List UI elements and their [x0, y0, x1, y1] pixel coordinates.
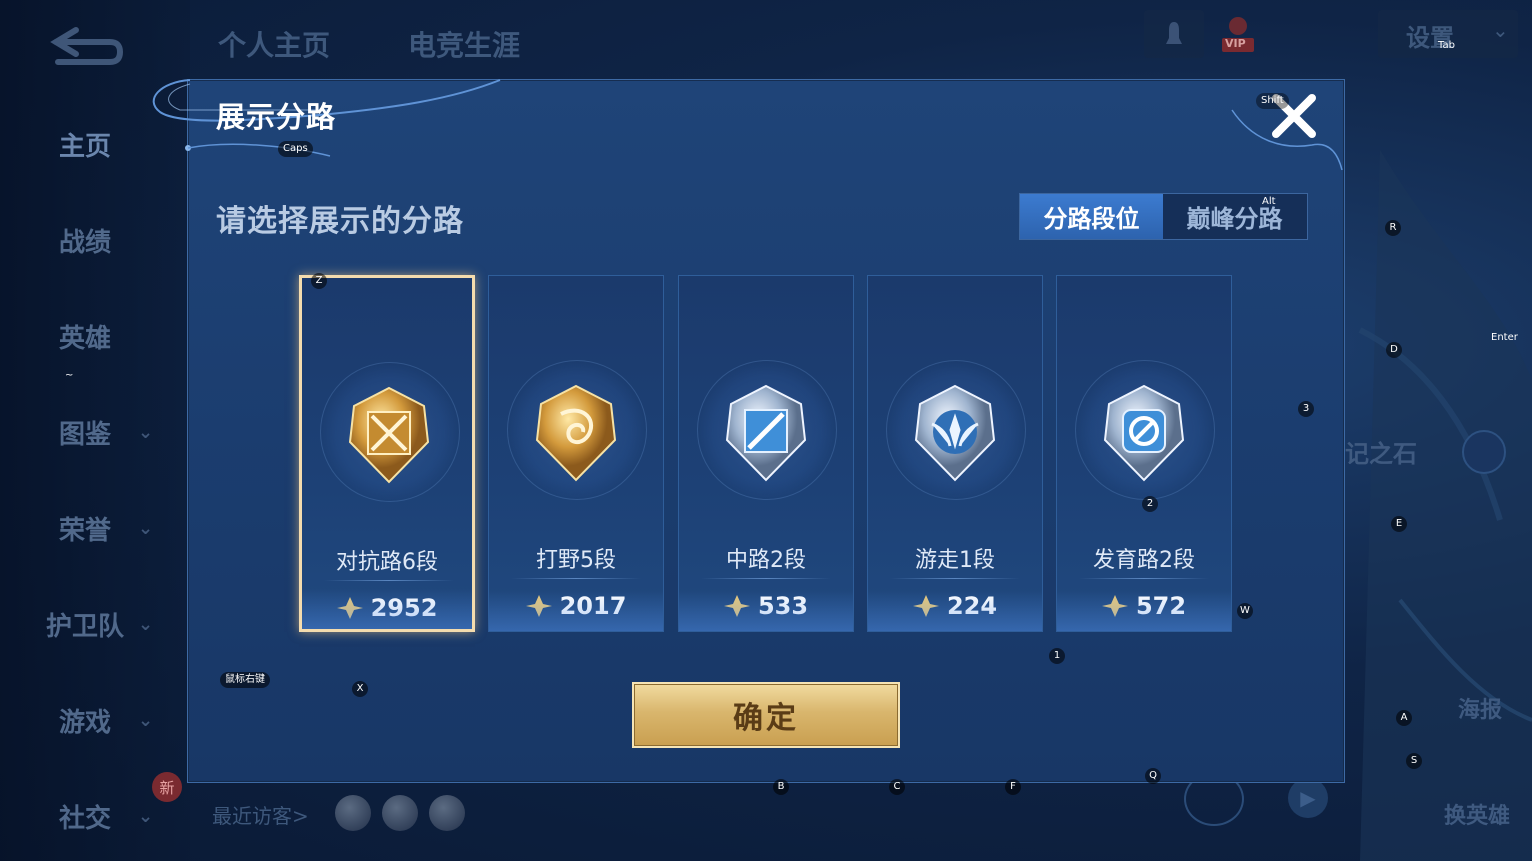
nav-item-honor[interactable]: 荣誉 ⌄ — [40, 508, 180, 548]
back-arrow-icon — [50, 27, 124, 65]
key-hint-2: 2 — [1142, 496, 1158, 512]
chevron-down-icon: ⌄ — [138, 613, 154, 635]
key-hint-w: W — [1237, 603, 1253, 619]
avatar[interactable] — [335, 795, 371, 831]
target-icon — [1103, 384, 1185, 482]
card-glow — [868, 591, 1042, 631]
poster-button[interactable]: 海报 — [1458, 692, 1502, 724]
notification-button[interactable] — [1144, 10, 1204, 58]
divider — [701, 578, 831, 579]
stone-text: 记之石 — [1345, 440, 1417, 468]
key-hint-e: E — [1391, 516, 1407, 532]
switch-hero-button[interactable]: 换英雄 — [1444, 798, 1510, 830]
nav-item-record[interactable]: 战绩 — [40, 220, 180, 260]
confirm-button[interactable]: 确定 — [632, 682, 900, 748]
key-hint-b: B — [773, 779, 789, 795]
key-hint-1: 1 — [1049, 648, 1065, 664]
key-hint-shift: Shift — [1256, 93, 1289, 109]
nav-item-label: 图鉴 — [58, 419, 111, 450]
chevron-down-icon: ⌄ — [1492, 18, 1509, 42]
prompt-text: 请选择展示的分路 — [216, 204, 464, 239]
key-hint-q: Q — [1145, 768, 1161, 784]
play-icon[interactable]: ▶ — [1288, 778, 1328, 818]
tab-lane-rank[interactable]: 分路段位 — [1020, 194, 1163, 239]
vip-label: VIP — [1225, 37, 1246, 50]
nav-item-label: 英雄 — [58, 323, 111, 354]
nav-item-label: 社交 — [58, 803, 111, 834]
card-glow — [302, 589, 472, 629]
rank-label: 游走1段 — [915, 548, 995, 573]
key-hint-z: Z — [311, 273, 327, 289]
divider — [1079, 578, 1209, 579]
swords-icon — [348, 386, 430, 484]
dragon-icon — [535, 384, 617, 482]
key-hint-a: A — [1396, 710, 1412, 726]
nav-item-label: 荣誉 — [58, 515, 111, 546]
nav-item-label: 战绩 — [58, 227, 111, 258]
avatar[interactable] — [382, 795, 418, 831]
nav-item-label: 游戏 — [58, 707, 111, 738]
nav-item-guard[interactable]: 护卫队 ⌄ — [40, 604, 180, 644]
lane-card-jungle[interactable]: 打野5段 2017 — [488, 275, 664, 632]
key-hint-d: D — [1386, 342, 1402, 358]
card-glow — [1057, 591, 1231, 631]
lane-card-carry[interactable]: 发育路2段 572 — [1056, 275, 1232, 632]
rank-label: 中路2段 — [726, 548, 806, 573]
nav-item-codex[interactable]: 图鉴 ⌄ — [40, 412, 180, 452]
tab-esports[interactable]: 电竞生涯 — [408, 24, 520, 64]
chevron-down-icon: ⌄ — [138, 517, 154, 539]
rank-label: 发育路2段 — [1093, 548, 1195, 573]
divider — [890, 578, 1020, 579]
key-hint-c: C — [889, 779, 905, 795]
wings-icon — [914, 384, 996, 482]
avatar[interactable] — [429, 795, 465, 831]
bell-icon — [1166, 22, 1182, 44]
rank-label: 打野5段 — [536, 548, 616, 573]
nav-item-label: 护卫队 — [45, 611, 124, 642]
vip-badge[interactable]: VIP — [1218, 12, 1258, 52]
chevron-down-icon: ⌄ — [138, 421, 154, 443]
key-hint-f: F — [1005, 779, 1021, 795]
key-hint-mouse-right: 鼠标右键 — [220, 672, 270, 688]
blade-icon — [725, 384, 807, 482]
key-hint-tab: Tab — [1438, 40, 1455, 51]
key-hint-3: 3 — [1298, 401, 1314, 417]
recent-visitors-link[interactable]: 最近访客> — [212, 800, 309, 829]
key-hint-x: X — [352, 681, 368, 697]
card-glow — [679, 591, 853, 631]
nav-item-games[interactable]: 游戏 ⌄ — [40, 700, 180, 740]
key-hint-tilde: ~ — [65, 370, 74, 381]
divider — [511, 578, 641, 579]
key-hint-r: R — [1385, 220, 1401, 236]
tab-peak-lane[interactable]: 巅峰分路 — [1163, 194, 1306, 239]
nav-item-social[interactable]: 社交 ⌄ — [40, 796, 180, 836]
rank-label: 对抗路6段 — [336, 550, 438, 575]
lane-card-mid[interactable]: 中路2段 533 — [678, 275, 854, 632]
lane-card-top[interactable]: 对抗路6段 2952 — [299, 275, 475, 632]
key-hint-caps: Caps — [278, 141, 313, 157]
chevron-down-icon: ⌄ — [138, 805, 154, 827]
nav-item-heroes[interactable]: 英雄 — [40, 316, 180, 356]
key-hint-s: S — [1406, 753, 1422, 769]
chevron-down-icon: ⌄ — [138, 709, 154, 731]
emblem-icon[interactable] — [1462, 430, 1506, 474]
back-button[interactable] — [48, 22, 128, 66]
key-hint-enter: Enter — [1491, 332, 1518, 343]
lane-card-roam[interactable]: 游走1段 224 — [867, 275, 1043, 632]
new-badge: 新 — [152, 772, 182, 802]
dialog-title: 展示分路 — [216, 100, 337, 134]
key-hint-alt: Alt — [1262, 196, 1276, 207]
divider — [324, 580, 454, 581]
nav-item-label: 主页 — [58, 131, 111, 162]
tab-profile[interactable]: 个人主页 — [218, 24, 330, 64]
card-glow — [489, 591, 663, 631]
